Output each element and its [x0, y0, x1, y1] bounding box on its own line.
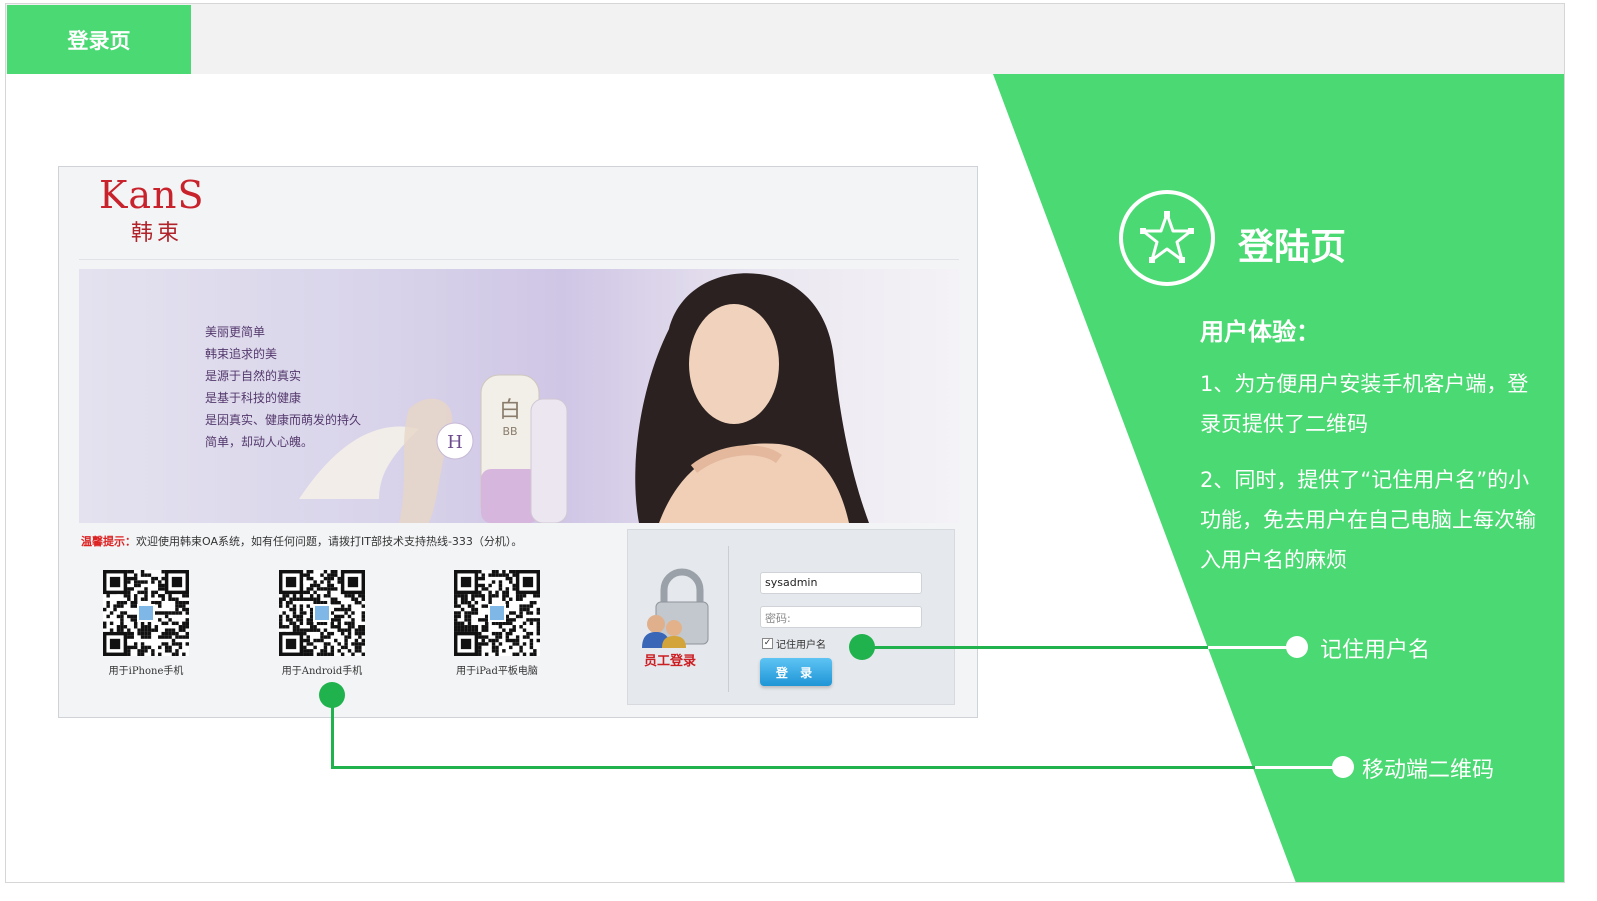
callout-line-remember [862, 646, 1208, 649]
tip-text: 欢迎使用韩束OA系统，如有任何问题，请拨打IT部技术支持热线-333（分机）。 [136, 535, 523, 548]
callout-line-remember-white [1208, 646, 1298, 649]
remember-checkbox[interactable]: ✓ [762, 638, 773, 649]
banner-line: 是源于自然的真实 [205, 369, 302, 383]
banner-line: 韩束追求的美 [205, 347, 278, 361]
tip-label: 温馨提示： [81, 535, 136, 548]
username-field[interactable]: sysadmin [760, 572, 922, 594]
banner-line: 是基于科技的健康 [205, 391, 302, 405]
divider [728, 546, 729, 692]
banner-slogan: 美丽更简单 韩束追求的美 是源于自然的真实 是基于科技的健康 是因真实、健康而萌… [205, 321, 361, 453]
callout-line-qr [331, 766, 1255, 769]
lock-users-icon [642, 568, 709, 648]
svg-text:BB: BB [502, 425, 517, 438]
banner-line: 简单，却动人心魄。 [205, 435, 314, 449]
remember-label: 记住用户名 [776, 640, 826, 651]
tip-notice: 温馨提示：欢迎使用韩束OA系统，如有任何问题，请拨打IT部技术支持热线-333（… [81, 533, 522, 549]
qr-caption: 用于iPad平板电脑 [456, 666, 538, 677]
qr-caption: 用于Android手机 [281, 666, 363, 677]
password-field[interactable]: 密码: [760, 606, 922, 628]
qr-ipad[interactable]: 用于iPad平板电脑 [442, 570, 552, 677]
top-bar [5, 3, 1565, 74]
callout-dot-remember-end [1286, 636, 1308, 658]
tab-login-page[interactable]: 登录页 [7, 5, 191, 74]
callout-label-remember: 记住用户名 [1320, 638, 1431, 663]
staff-login-label: 员工登录 [644, 654, 697, 669]
callout-dot-qr [319, 682, 345, 708]
qr-android[interactable]: 用于Android手机 [267, 570, 377, 677]
logo-brand-text: KanS [99, 173, 205, 217]
ux-point-1: 1、为方便用户安装手机客户端，登录页提供了二维码 [1200, 372, 1529, 436]
qr-iphone[interactable]: 用于iPhone手机 [91, 570, 201, 677]
svg-text:白: 白 [499, 398, 521, 423]
qr-code-icon [279, 570, 365, 656]
star-badge [1119, 190, 1215, 286]
qr-code-icon [103, 570, 189, 656]
login-form: 员工登录 sysadmin 密码: ✓ 记住用户名 登 录 [627, 529, 955, 705]
banner-image: 白 BB H 美丽更简单 韩束追求的美 是源于自然的真实 是基于科技的健康 是因… [79, 269, 959, 523]
logo-cn-text: 韩束 [131, 221, 184, 246]
qr-caption: 用于iPhone手机 [108, 666, 184, 677]
qr-code-icon [454, 570, 540, 656]
ux-point-2: 2、同时，提供了“记住用户名”的小功能，免去用户在自己电脑上每次输入用户名的麻烦 [1200, 468, 1536, 572]
callout-dot-qr-end [1332, 756, 1354, 778]
star-icon [1140, 211, 1194, 263]
login-screenshot-panel: KanS 韩束 白 BB H 美丽更简单 韩束追求的美 是源于自然的真实 是基于… [58, 166, 978, 718]
banner-line: 美丽更简单 [205, 325, 266, 339]
svg-text:H: H [447, 432, 463, 453]
login-button[interactable]: 登 录 [760, 658, 832, 686]
ux-title: 用户体验： [1200, 318, 1320, 346]
remember-username[interactable]: ✓ 记住用户名 [762, 636, 826, 651]
callout-label-qr: 移动端二维码 [1362, 758, 1495, 783]
callout-dot-remember [849, 634, 875, 660]
kans-logo: KanS 韩束 [99, 173, 219, 253]
section-heading: 登陆页 [1238, 227, 1347, 268]
banner-line: 是因真实、健康而萌发的持久 [205, 413, 362, 427]
divider [79, 259, 959, 260]
